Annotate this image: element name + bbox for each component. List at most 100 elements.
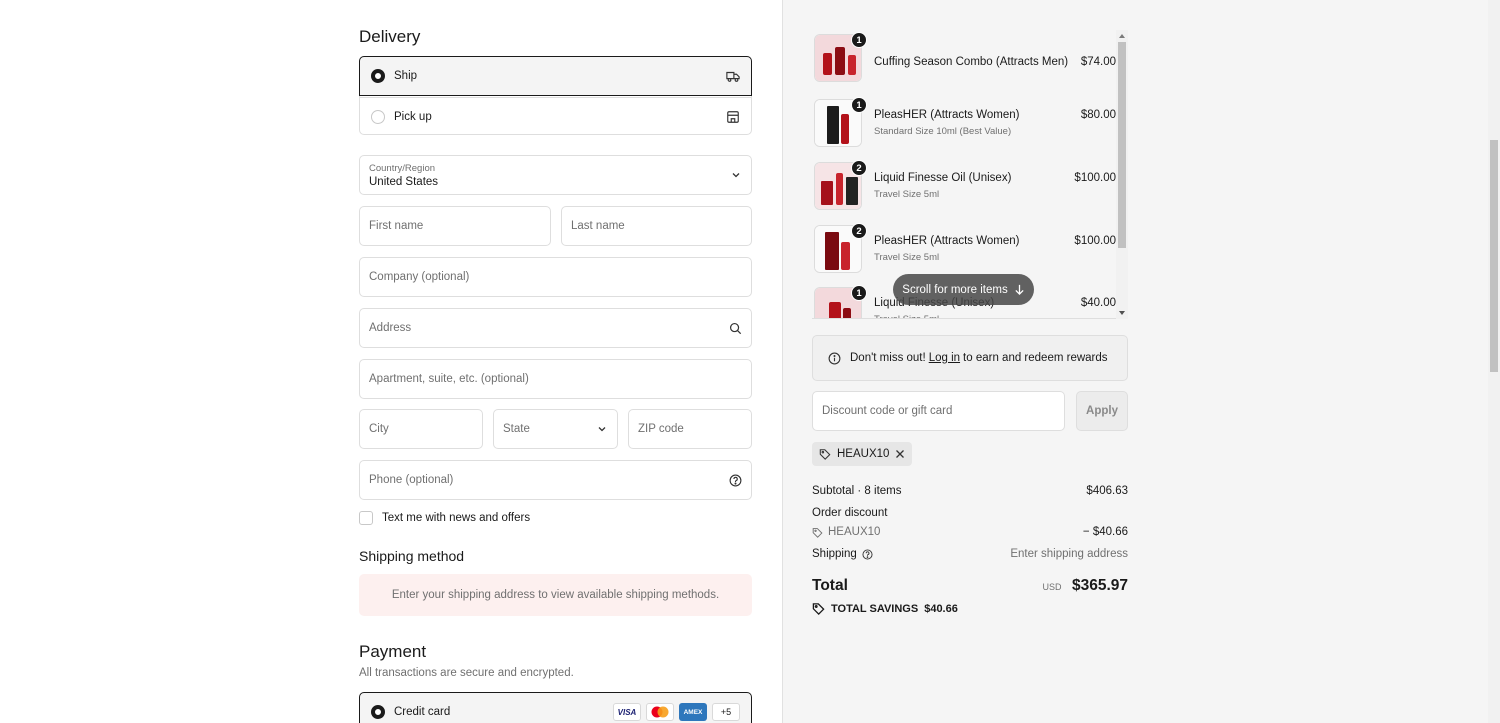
discount-code-row: HEAUX10 − $40.66 <box>812 526 1128 538</box>
text-me-row[interactable]: Text me with news and offers <box>359 511 530 525</box>
chevron-down-icon <box>732 173 740 178</box>
delivery-method-group: Ship Pick up <box>359 56 752 135</box>
discount-code-line: HEAUX10 <box>812 526 880 538</box>
currency-code: USD <box>1042 582 1062 592</box>
last-name-placeholder: Last name <box>571 220 625 232</box>
shipping-label: Shipping <box>812 548 857 560</box>
scrollbar-thumb[interactable] <box>1118 42 1126 248</box>
item-name: PleasHER (Attracts Women) <box>874 235 1020 247</box>
total-label: Total <box>812 577 848 594</box>
phone-input[interactable]: Phone (optional) <box>359 460 752 500</box>
item-name: PleasHER (Attracts Women) <box>874 109 1020 121</box>
discount-code-input[interactable]: Discount code or gift card <box>812 391 1065 431</box>
savings-value: $40.66 <box>924 602 958 615</box>
credit-card-radio[interactable] <box>371 705 385 719</box>
tag-icon <box>819 449 831 460</box>
chevron-down-icon <box>598 427 606 432</box>
mastercard-icon <box>646 703 674 721</box>
apply-discount-button[interactable]: Apply <box>1076 391 1128 431</box>
help-icon[interactable] <box>862 548 873 560</box>
text-me-label: Text me with news and offers <box>382 512 531 524</box>
tag-icon <box>812 527 823 538</box>
item-name: Liquid Finesse Oil (Unisex) <box>874 172 1012 184</box>
tag-icon <box>812 603 825 615</box>
page-scrollbar[interactable] <box>1488 0 1500 723</box>
apartment-placeholder: Apartment, suite, etc. (optional) <box>369 373 529 385</box>
item-price: $80.00 <box>1080 109 1116 121</box>
delivery-option-ship[interactable]: Ship <box>359 56 752 96</box>
quantity-badge: 1 <box>851 285 867 301</box>
pickup-radio[interactable] <box>371 110 385 124</box>
phone-placeholder: Phone (optional) <box>369 474 454 486</box>
total-amount-group: USD $365.97 <box>1043 577 1129 595</box>
amex-card-icon: AMEX <box>679 703 707 721</box>
rewards-text-after: to earn and redeem rewards <box>963 352 1108 364</box>
quantity-badge: 2 <box>851 160 867 176</box>
payment-option-credit-card[interactable]: Credit card VISA AMEX +5 <box>359 692 752 723</box>
subtotal-value: $406.63 <box>1086 485 1128 497</box>
city-input[interactable]: City <box>359 409 483 449</box>
item-variant: Travel Size 5ml <box>874 189 940 200</box>
page-scrollbar-thumb[interactable] <box>1490 140 1498 372</box>
order-discount-row: Order discount <box>812 507 1128 519</box>
address-placeholder: Address <box>369 322 412 334</box>
delivery-heading: Delivery <box>359 27 421 46</box>
last-name-input[interactable]: Last name <box>561 206 752 246</box>
cart-item: 1 Cuffing Season Combo (Attracts Men) $7… <box>812 32 1116 84</box>
total-row: Total USD $365.97 <box>812 577 1128 595</box>
ship-radio[interactable] <box>371 69 385 83</box>
scroll-for-more-button[interactable]: Scroll for more items <box>893 274 1034 305</box>
apartment-input[interactable]: Apartment, suite, etc. (optional) <box>359 359 752 399</box>
discount-value: − $40.66 <box>1082 526 1128 538</box>
text-me-checkbox[interactable] <box>359 511 373 525</box>
first-name-input[interactable]: First name <box>359 206 551 246</box>
help-icon[interactable] <box>729 474 742 487</box>
checkout-form-panel: Delivery Ship Pick up Country/Region Uni… <box>0 0 782 723</box>
delivery-option-pickup[interactable]: Pick up <box>360 97 751 136</box>
applied-discount-tag: HEAUX10 <box>812 442 913 466</box>
quantity-badge: 2 <box>851 223 867 239</box>
company-input[interactable]: Company (optional) <box>359 257 752 297</box>
scroll-up-arrow[interactable] <box>1119 34 1125 38</box>
state-select[interactable]: State <box>493 409 618 449</box>
info-icon <box>828 352 841 364</box>
address-input[interactable]: Address <box>359 308 752 348</box>
shipping-value: Enter shipping address <box>1010 548 1128 560</box>
discount-placeholder: Discount code or gift card <box>822 405 953 417</box>
item-name: Cuffing Season Combo (Attracts Men) <box>874 56 1069 68</box>
login-link[interactable]: Log in <box>929 352 960 364</box>
first-name-placeholder: First name <box>369 220 424 232</box>
more-cards-badge: +5 <box>712 703 740 721</box>
quantity-badge: 1 <box>851 32 867 48</box>
shipping-label-group: Shipping <box>812 548 873 560</box>
rewards-banner: Don't miss out! Log in to earn and redee… <box>812 335 1128 381</box>
order-discount-label: Order discount <box>812 507 888 519</box>
subtotal-row: Subtotal · 8 items $406.63 <box>812 485 1128 497</box>
total-value: $365.97 <box>1071 577 1128 594</box>
pickup-label: Pick up <box>394 111 432 123</box>
cart-item: 2 Liquid Finesse Oil (Unisex) Travel Siz… <box>812 160 1116 212</box>
ship-label: Ship <box>394 70 418 82</box>
item-variant: Travel Size 5ml <box>874 252 940 263</box>
country-select[interactable]: Country/Region United States <box>359 155 752 195</box>
arrow-down-icon <box>1015 284 1024 295</box>
visa-card-icon: VISA <box>613 703 641 721</box>
shipping-row: Shipping Enter shipping address <box>812 548 1128 560</box>
shipping-method-notice: Enter your shipping address to view avai… <box>359 574 752 616</box>
item-price: $100.00 <box>1074 172 1116 184</box>
company-placeholder: Company (optional) <box>369 271 470 283</box>
city-placeholder: City <box>369 423 389 435</box>
payment-subtitle: All transactions are secure and encrypte… <box>359 667 574 679</box>
items-divider <box>812 318 1116 319</box>
quantity-badge: 1 <box>851 97 867 113</box>
credit-card-label: Credit card <box>394 706 451 718</box>
item-price: $74.00 <box>1080 56 1116 68</box>
country-value: United States <box>369 175 439 188</box>
close-icon[interactable] <box>895 449 905 459</box>
cart-items-scrollbar[interactable] <box>1116 30 1128 319</box>
scroll-down-arrow[interactable] <box>1119 311 1125 315</box>
search-icon <box>729 322 742 334</box>
payment-heading: Payment <box>359 642 427 661</box>
zip-input[interactable]: ZIP code <box>628 409 752 449</box>
savings-label: TOTAL SAVINGS <box>831 602 919 615</box>
